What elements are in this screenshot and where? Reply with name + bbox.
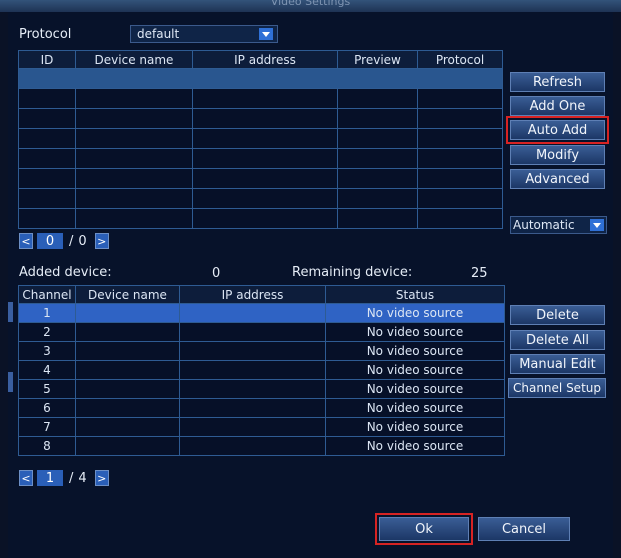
ipc-device-table: ID Device name IP address Preview Protoc… xyxy=(18,50,503,229)
channel-cell: 8 xyxy=(18,436,76,456)
next-page-button[interactable]: > xyxy=(94,470,109,486)
status-cell: No video source xyxy=(325,341,505,361)
channel-table-header: Channel Device name IP address Status xyxy=(18,285,505,304)
added-device-label: Added device: xyxy=(19,265,112,280)
table-row[interactable] xyxy=(18,88,503,109)
remaining-device-label: Remaining device: xyxy=(292,265,413,280)
status-cell: No video source xyxy=(325,360,505,380)
next-page-button[interactable]: > xyxy=(94,233,109,249)
table-row[interactable] xyxy=(18,68,503,89)
channel-setup-button[interactable]: Channel Setup xyxy=(508,378,606,398)
status-cell: No video source xyxy=(325,303,505,323)
protocol-select[interactable]: default xyxy=(130,25,278,43)
table-row[interactable] xyxy=(18,148,503,169)
channel-cell: 1 xyxy=(18,303,76,323)
col-device-name: Device name xyxy=(75,50,193,69)
protocol-select-value: default xyxy=(137,27,180,41)
add-mode-value: Automatic xyxy=(513,218,575,232)
total-pages: 0 xyxy=(78,233,87,249)
page-separator: / xyxy=(69,470,74,486)
channel-pager: < 1 / 4 > xyxy=(19,470,109,486)
table-row[interactable] xyxy=(18,188,503,209)
prev-page-button[interactable]: < xyxy=(19,233,33,249)
table-row[interactable]: 7 No video source xyxy=(18,417,505,437)
remaining-device-count: 25 xyxy=(471,266,488,281)
add-one-button[interactable]: Add One xyxy=(510,96,605,116)
channel-cell: 6 xyxy=(18,398,76,418)
table-row[interactable]: 4 No video source xyxy=(18,360,505,380)
channel-cell: 4 xyxy=(18,360,76,380)
table-row[interactable]: 5 No video source xyxy=(18,379,505,399)
current-page-field[interactable]: 0 xyxy=(37,233,63,249)
auto-add-button[interactable]: Auto Add xyxy=(506,116,609,144)
status-cell: No video source xyxy=(325,417,505,437)
protocol-label: Protocol xyxy=(19,27,72,42)
left-edge-tab[interactable] xyxy=(8,372,13,392)
current-page-field[interactable]: 1 xyxy=(37,470,63,486)
channel-cell: 3 xyxy=(18,341,76,361)
col-protocol: Protocol xyxy=(417,50,503,69)
status-cell: No video source xyxy=(325,398,505,418)
col-id: ID xyxy=(18,50,76,69)
col-ip-address: IP address xyxy=(179,285,326,304)
advanced-button[interactable]: Advanced xyxy=(510,169,605,189)
ok-button[interactable]: Ok xyxy=(375,513,473,545)
table-row[interactable]: 6 No video source xyxy=(18,398,505,418)
delete-all-button[interactable]: Delete All xyxy=(510,330,605,350)
chevron-down-icon xyxy=(590,219,604,231)
refresh-button[interactable]: Refresh xyxy=(510,72,605,92)
status-cell: No video source xyxy=(325,436,505,456)
col-ip-address: IP address xyxy=(192,50,338,69)
table-row[interactable]: 1 No video source xyxy=(18,303,505,323)
status-cell: No video source xyxy=(325,379,505,399)
table-row[interactable]: 8 No video source xyxy=(18,436,505,456)
ipc-table-header: ID Device name IP address Preview Protoc… xyxy=(18,50,503,69)
channel-table: Channel Device name IP address Status 1 N… xyxy=(18,285,505,456)
window-title-bar: Video Settings xyxy=(0,0,621,12)
left-edge-tab[interactable] xyxy=(8,302,13,322)
col-device-name: Device name xyxy=(75,285,180,304)
cancel-button[interactable]: Cancel xyxy=(478,517,570,541)
manual-edit-button[interactable]: Manual Edit xyxy=(510,354,605,374)
channel-cell: 2 xyxy=(18,322,76,342)
page-separator: / xyxy=(69,233,74,249)
table-row[interactable] xyxy=(18,168,503,189)
col-status: Status xyxy=(325,285,505,304)
add-mode-select[interactable]: Automatic xyxy=(510,216,607,234)
window-title: Video Settings xyxy=(270,0,351,8)
prev-page-button[interactable]: < xyxy=(19,470,33,486)
status-cell: No video source xyxy=(325,322,505,342)
ipc-pager: < 0 / 0 > xyxy=(19,233,109,249)
col-preview: Preview xyxy=(337,50,418,69)
chevron-down-icon xyxy=(259,28,273,40)
channel-cell: 5 xyxy=(18,379,76,399)
channel-cell: 7 xyxy=(18,417,76,437)
table-row[interactable]: 2 No video source xyxy=(18,322,505,342)
delete-button[interactable]: Delete xyxy=(510,305,605,325)
table-row[interactable] xyxy=(18,128,503,149)
table-row[interactable]: 3 No video source xyxy=(18,341,505,361)
modify-button[interactable]: Modify xyxy=(510,145,605,165)
col-channel: Channel xyxy=(18,285,76,304)
added-device-count: 0 xyxy=(212,266,221,281)
total-pages: 4 xyxy=(78,470,87,486)
table-row[interactable] xyxy=(18,208,503,229)
table-row[interactable] xyxy=(18,108,503,129)
